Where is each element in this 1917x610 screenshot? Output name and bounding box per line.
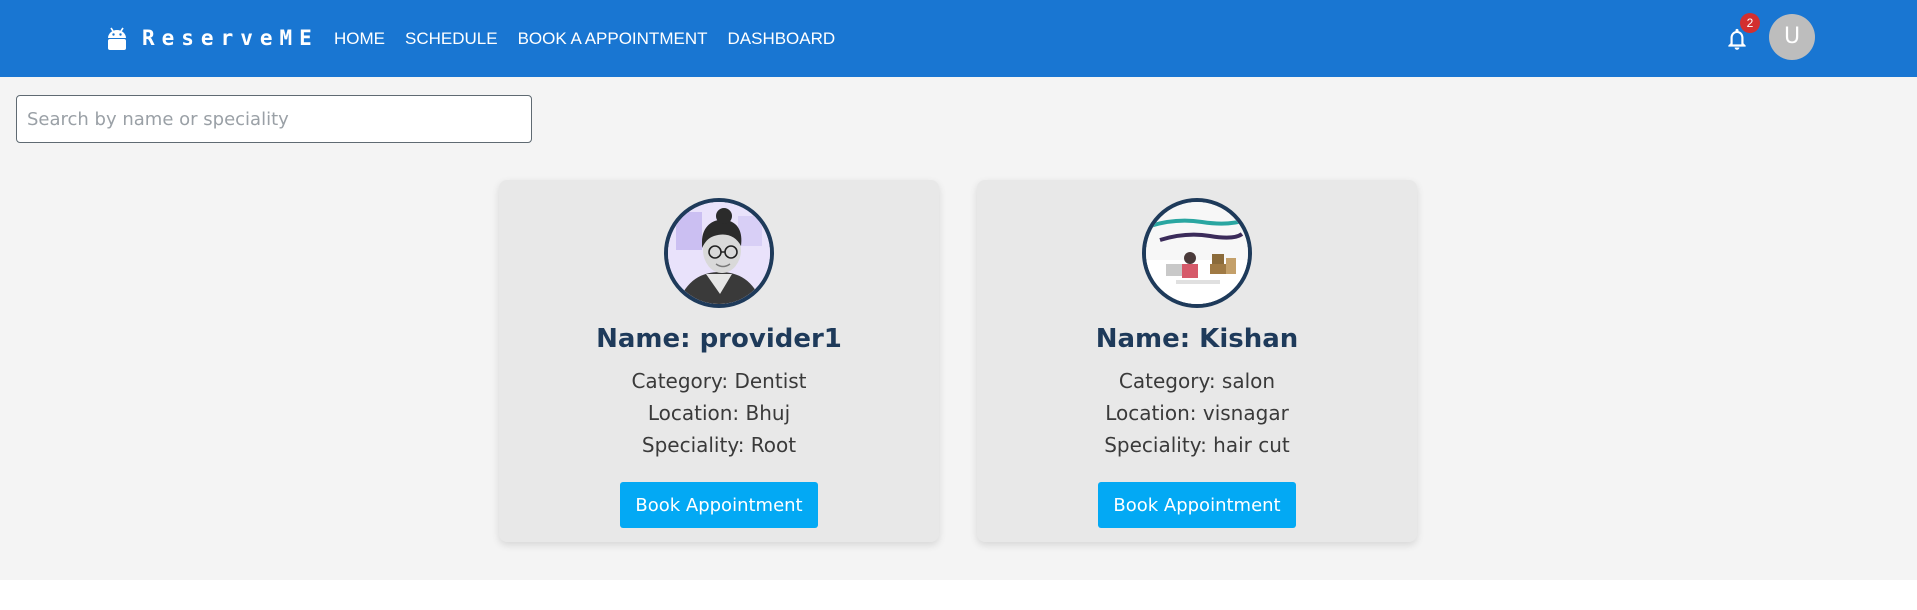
nav-dashboard[interactable]: DASHBOARD xyxy=(717,23,845,55)
provider-card: Name: Kishan Category: salon Location: v… xyxy=(977,180,1417,542)
provider-photo-image xyxy=(1146,202,1248,304)
book-appointment-button[interactable]: Book Appointment xyxy=(620,482,818,528)
brand[interactable]: ReserveME xyxy=(106,24,319,52)
brand-name: ReserveME xyxy=(142,26,319,50)
android-icon xyxy=(108,27,126,50)
provider-name: Name: provider1 xyxy=(596,324,842,354)
provider-category: Category: salon xyxy=(1118,369,1276,393)
nav-book-appointment[interactable]: BOOK A APPOINTMENT xyxy=(508,23,718,55)
provider-speciality: Speciality: Root xyxy=(641,433,797,457)
provider-location: Location: visnagar xyxy=(1105,401,1289,425)
main-nav: HOME SCHEDULE BOOK A APPOINTMENT DASHBOA… xyxy=(324,0,845,77)
notification-count-badge: 2 xyxy=(1740,13,1760,33)
book-appointment-button[interactable]: Book Appointment xyxy=(1098,482,1296,528)
app-bar: ReserveME HOME SCHEDULE BOOK A APPOINTME… xyxy=(0,0,1917,77)
provider-category: Category: Dentist xyxy=(631,369,807,393)
search-input[interactable] xyxy=(16,95,532,143)
provider-photo-image xyxy=(668,202,770,304)
provider-photo xyxy=(1142,198,1252,308)
provider-card: Name: provider1 Category: Dentist Locati… xyxy=(499,180,939,542)
nav-home[interactable]: HOME xyxy=(324,23,395,55)
main-content: Name: provider1 Category: Dentist Locati… xyxy=(0,77,1917,580)
provider-photo xyxy=(664,198,774,308)
nav-schedule[interactable]: SCHEDULE xyxy=(395,23,508,55)
provider-name: Name: Kishan xyxy=(1095,324,1299,354)
user-avatar[interactable]: U xyxy=(1769,14,1815,60)
provider-speciality: Speciality: hair cut xyxy=(1104,433,1290,457)
provider-location: Location: Bhuj xyxy=(647,401,791,425)
